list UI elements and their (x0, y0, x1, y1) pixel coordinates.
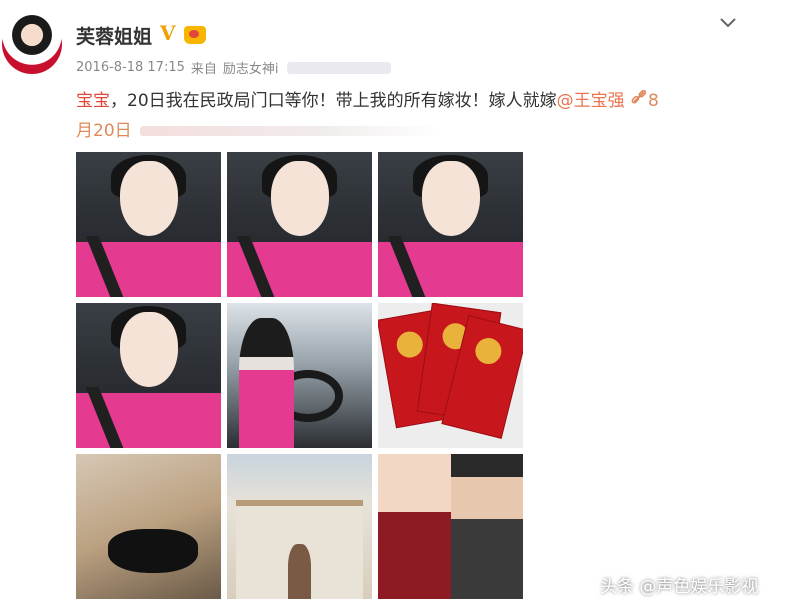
couple-portrait-photo[interactable] (378, 454, 523, 599)
link-icon[interactable] (630, 86, 648, 116)
source-prefix: 来自 (190, 62, 217, 77)
selfie-photo[interactable] (76, 303, 221, 448)
blurred-source (286, 61, 391, 74)
watermark: 头条 @声色娱乐影视 (600, 577, 759, 597)
chevron-down-icon[interactable] (717, 12, 739, 34)
link-trail[interactable]: 8 (648, 91, 659, 111)
selfie-photo[interactable] (378, 152, 523, 297)
selfie-photo[interactable] (227, 152, 372, 297)
mention-link[interactable]: @王宝强 (557, 91, 625, 111)
post-body: ，20日我在民政局门口等你！带上我的所有嫁妆！嫁人就嫁 (110, 91, 557, 111)
civil-affairs-building-photo[interactable] (227, 454, 372, 599)
post-meta: 2016-8-18 17:15 来自 励志女神i (76, 58, 391, 77)
highlight-text: 宝宝 (76, 91, 110, 111)
avatar[interactable] (2, 14, 62, 74)
link-trail-line2[interactable]: 月20日 (76, 121, 132, 141)
cards-and-car-key-photo[interactable] (76, 454, 221, 599)
verified-badge-icon: V (160, 21, 176, 45)
driving-photo[interactable] (227, 303, 372, 448)
blurred-link (139, 126, 440, 136)
selfie-photo[interactable] (76, 152, 221, 297)
marriage-certificates-photo[interactable] (378, 303, 523, 448)
source-name[interactable]: 励志女神i (223, 58, 279, 77)
member-crown-icon (184, 26, 206, 44)
post-date[interactable]: 2016-8-18 17:15 (76, 60, 185, 75)
username[interactable]: 芙蓉姐姐 (76, 22, 152, 49)
post-text: 宝宝，20日我在民政局门口等你！带上我的所有嫁妆！嫁人就嫁@王宝强 8 月20日 (76, 86, 736, 146)
